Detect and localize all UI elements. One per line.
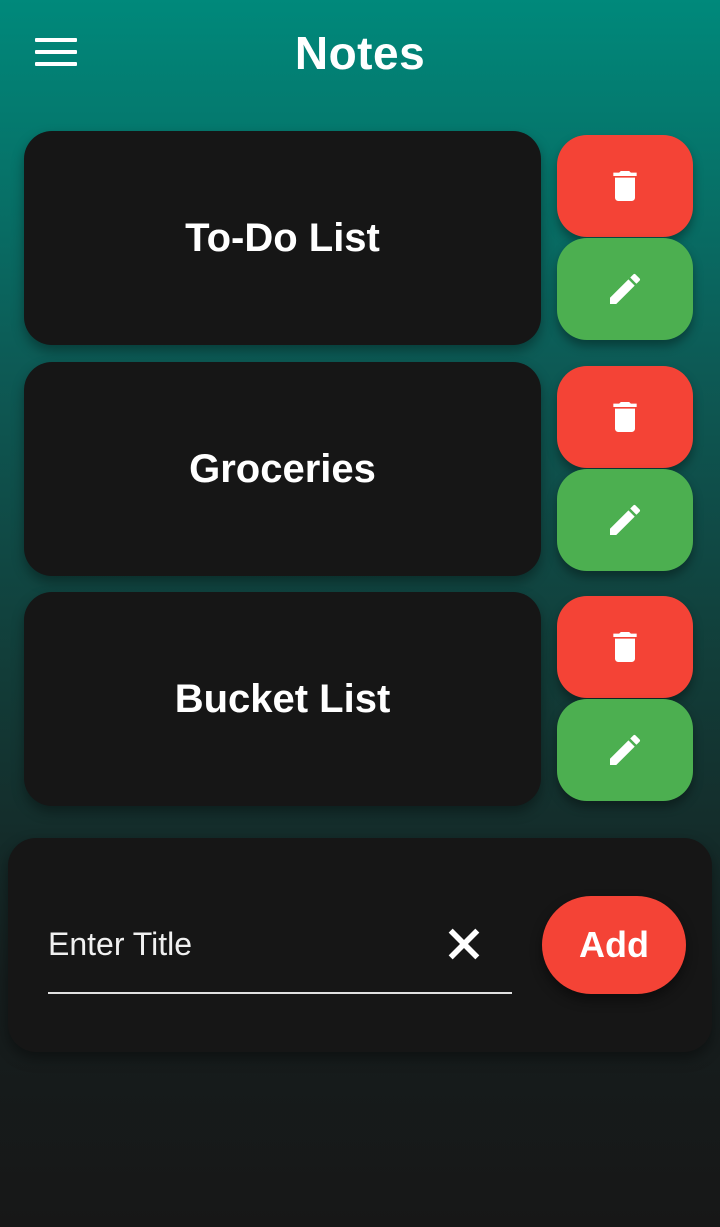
trash-icon	[613, 171, 637, 201]
edit-note-button[interactable]	[557, 699, 693, 801]
app-bar: Notes	[0, 0, 720, 108]
edit-note-button[interactable]	[557, 238, 693, 340]
note-row: To-Do List	[24, 131, 694, 347]
edit-note-button[interactable]	[557, 469, 693, 571]
note-row: Bucket List	[24, 592, 694, 808]
trash-icon	[613, 402, 637, 432]
title-field	[48, 908, 512, 994]
close-icon	[448, 928, 480, 960]
note-card[interactable]: Groceries	[24, 362, 541, 576]
delete-note-button[interactable]	[557, 366, 693, 468]
delete-note-button[interactable]	[557, 135, 693, 237]
note-card[interactable]: To-Do List	[24, 131, 541, 345]
note-title: Groceries	[189, 446, 376, 491]
pencil-icon	[610, 273, 641, 304]
note-title: To-Do List	[185, 215, 380, 260]
pencil-icon	[610, 504, 641, 535]
clear-input-button[interactable]	[442, 922, 486, 966]
delete-note-button[interactable]	[557, 596, 693, 698]
add-button[interactable]: Add	[542, 896, 686, 994]
pencil-icon	[610, 734, 641, 765]
note-row: Groceries	[24, 362, 694, 578]
note-card[interactable]: Bucket List	[24, 592, 541, 806]
add-note-panel: Add	[8, 838, 712, 1052]
note-title: Bucket List	[174, 676, 391, 721]
trash-icon	[613, 632, 637, 662]
page-title: Notes	[294, 27, 426, 79]
title-input[interactable]	[48, 922, 438, 966]
